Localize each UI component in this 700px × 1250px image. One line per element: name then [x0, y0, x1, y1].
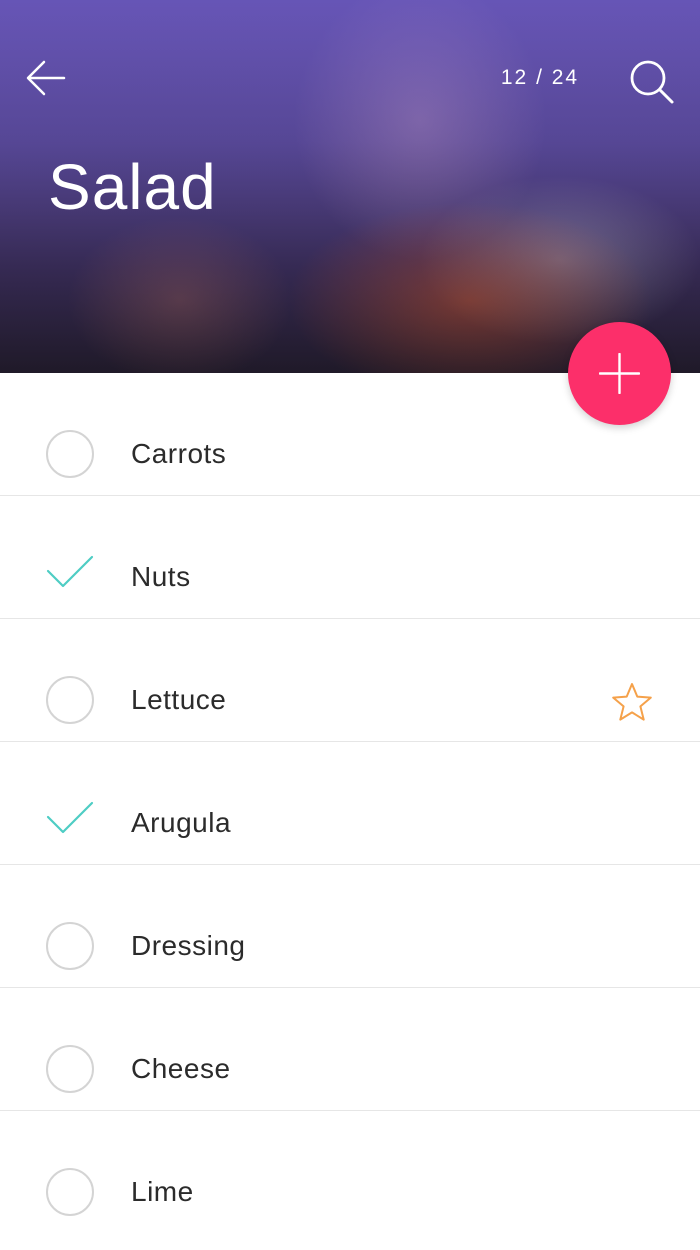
list-item[interactable]: Nuts	[0, 496, 700, 619]
list-item[interactable]: Arugula	[0, 742, 700, 865]
item-checkbox[interactable]	[46, 676, 94, 724]
item-label: Carrots	[131, 438, 227, 469]
ingredient-list: Carrots Nuts Lettuce Arugula Dressing Cheese L…	[0, 373, 700, 1234]
circle-icon	[46, 922, 94, 970]
item-label: Lime	[131, 1176, 194, 1207]
item-label: Arugula	[131, 807, 232, 838]
circle-icon	[46, 1168, 94, 1216]
back-button[interactable]	[24, 56, 68, 100]
item-label: Dressing	[131, 930, 246, 961]
list-item[interactable]: Lime	[0, 1111, 700, 1234]
add-item-button[interactable]	[568, 322, 671, 425]
item-checkbox[interactable]	[46, 1168, 94, 1216]
checkmark-icon	[46, 801, 94, 834]
item-checkbox[interactable]	[46, 430, 94, 478]
item-label: Cheese	[131, 1053, 231, 1084]
item-label: Nuts	[131, 561, 191, 592]
page-title: Salad	[48, 151, 217, 223]
item-checkbox-checked[interactable]	[46, 799, 94, 847]
favorite-button[interactable]	[610, 681, 654, 725]
circle-icon	[46, 676, 94, 724]
search-icon	[630, 60, 674, 104]
arrow-left-icon	[26, 60, 66, 96]
list-item[interactable]: Dressing	[0, 865, 700, 988]
circle-icon	[46, 1045, 94, 1093]
item-checkbox-checked[interactable]	[46, 553, 94, 601]
item-checkbox[interactable]	[46, 1045, 94, 1093]
star-icon	[612, 683, 652, 721]
circle-icon	[46, 430, 94, 478]
item-checkbox[interactable]	[46, 922, 94, 970]
list-item[interactable]: Lettuce	[0, 619, 700, 742]
list-item[interactable]: Cheese	[0, 988, 700, 1111]
item-counter: 12 / 24	[500, 66, 580, 89]
search-button[interactable]	[626, 56, 676, 106]
checkmark-icon	[46, 555, 94, 588]
item-label: Lettuce	[131, 684, 227, 715]
plus-icon	[599, 353, 640, 394]
header-image: 12 / 24 Salad	[0, 0, 700, 373]
